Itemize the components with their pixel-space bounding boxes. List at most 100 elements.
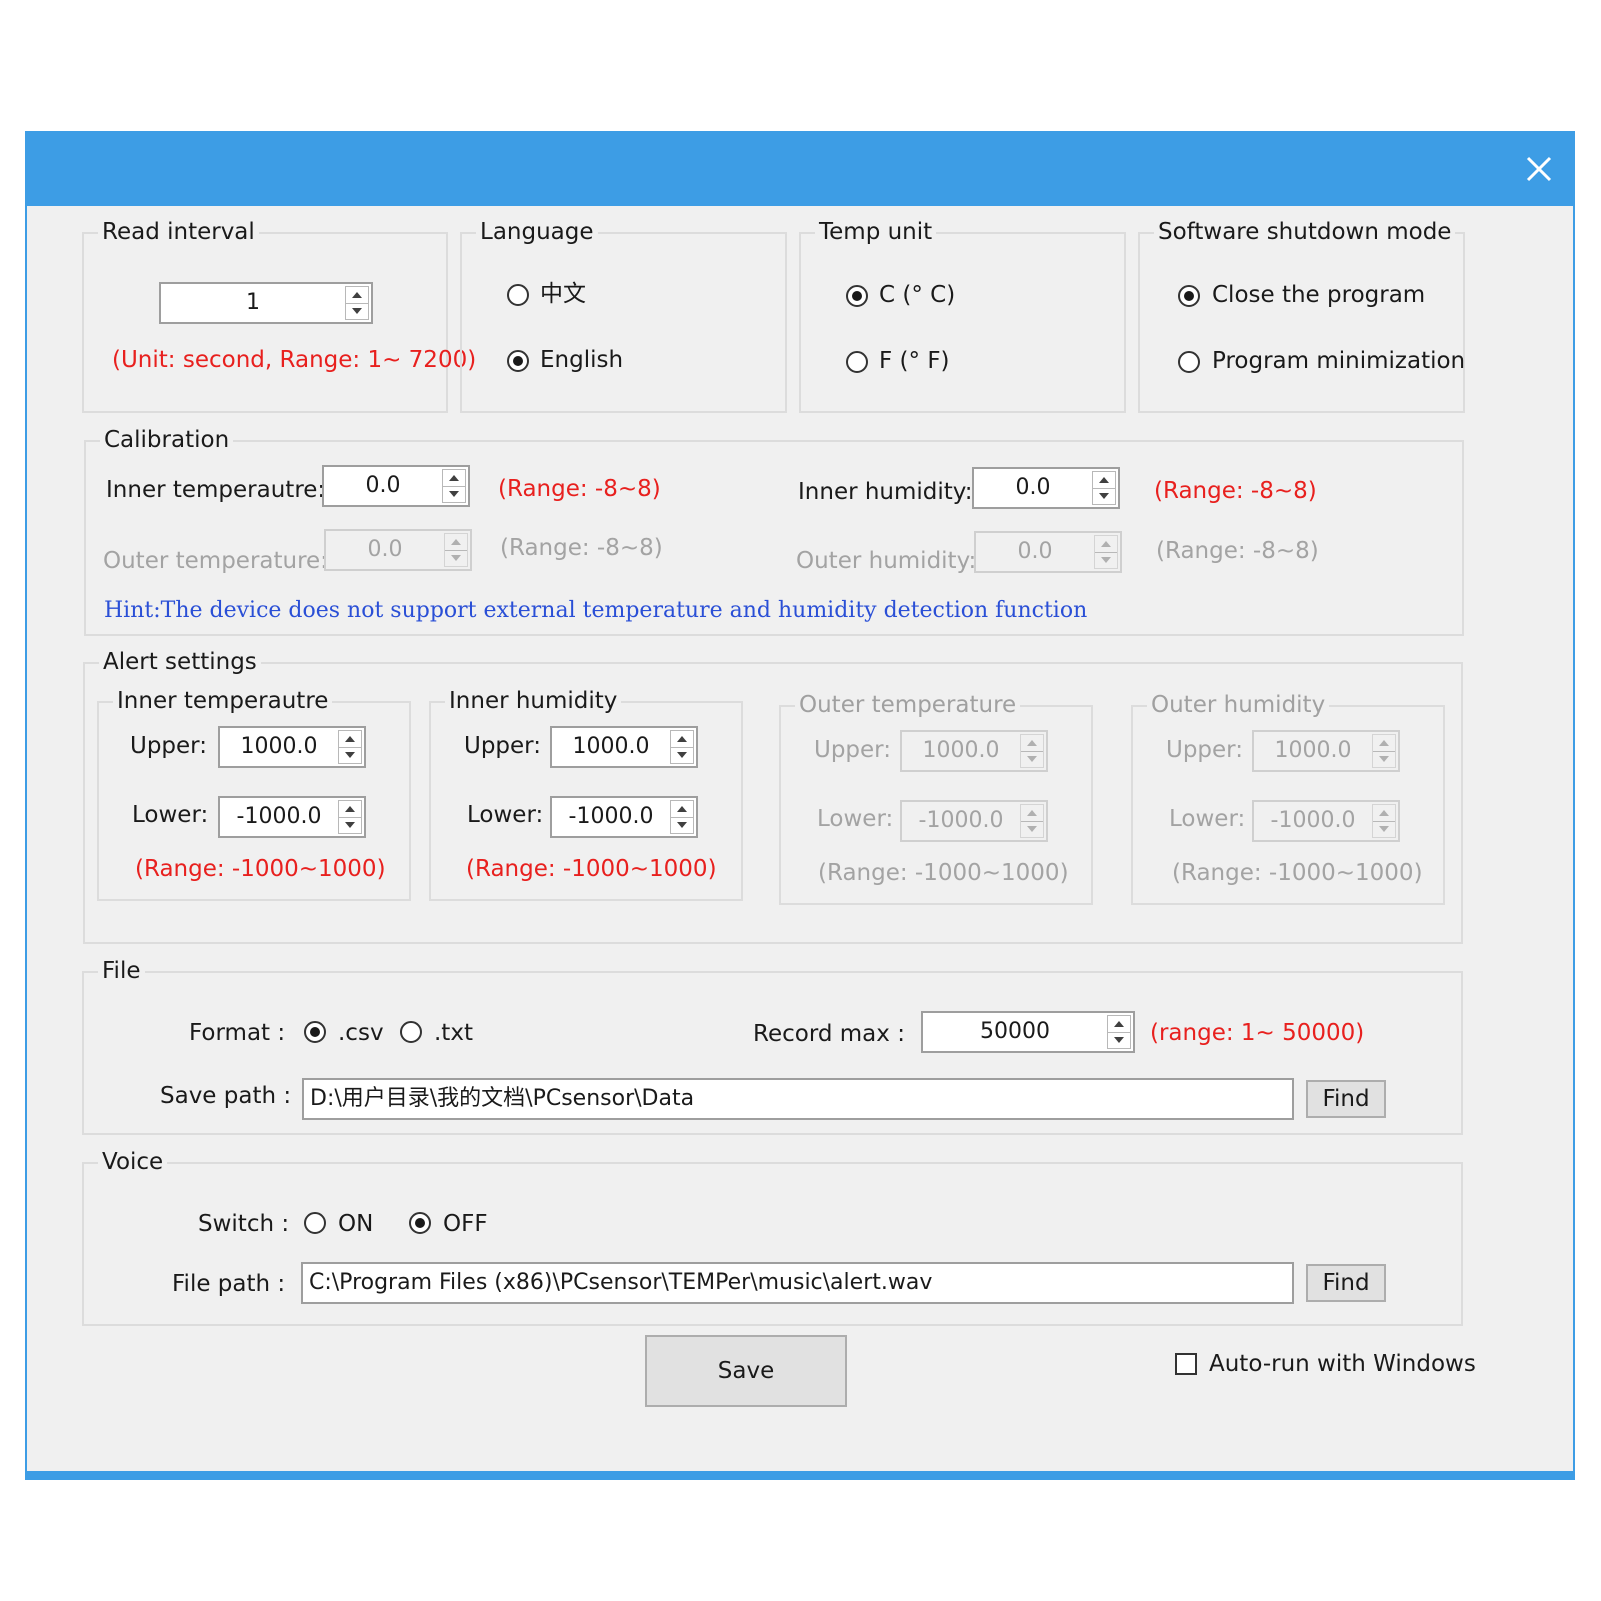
outer-hum-calibration-range: (Range: -8~8)	[1156, 538, 1319, 564]
spin-down-icon[interactable]	[346, 302, 368, 320]
alert-inner-hum-title: Inner humidity	[445, 686, 622, 716]
format-radio-csv[interactable]	[304, 1021, 326, 1043]
alert-outer-temp-group: Outer temperature Upper: 1000.0 Lower: -…	[779, 690, 1093, 905]
save-button[interactable]: Save	[645, 1335, 847, 1407]
calibration-title: Calibration	[100, 425, 234, 455]
inner-temp-calibration-spinner[interactable]: 0.0	[322, 465, 470, 507]
voice-option-on: ON	[338, 1211, 374, 1237]
alert-inner-hum-lower-value: -1000.0	[568, 804, 654, 829]
format-radio-txt[interactable]	[400, 1021, 422, 1043]
alert-inner-hum-lower-label: Lower:	[467, 802, 544, 828]
alert-spin-arrows[interactable]	[338, 800, 362, 834]
autorun-label: Auto-run with Windows	[1209, 1351, 1476, 1377]
language-radio-chinese[interactable]	[507, 284, 529, 306]
spin-up-icon	[445, 534, 467, 550]
outer-hum-calibration-spinner: 0.0	[974, 531, 1122, 573]
spin-up-icon[interactable]	[1108, 1016, 1130, 1032]
read-interval-hint: (Unit: second, Range: 1~ 7200)	[112, 347, 477, 373]
inner-temp-calibration-value: 0.0	[365, 473, 401, 498]
alert-inner-temp-upper-spinner[interactable]: 1000.0	[218, 726, 366, 768]
calibration-group: Calibration Inner temperautre: 0.0 (Rang…	[84, 425, 1464, 636]
spin-down-icon[interactable]	[671, 746, 693, 764]
spin-down-icon[interactable]	[1108, 1031, 1130, 1049]
spin-up-icon	[1021, 735, 1043, 751]
inner-hum-calibration-value: 0.0	[1015, 475, 1051, 500]
outer-hum-calibration-label: Outer humidity:	[796, 548, 977, 574]
alert-inner-temp-lower-value: -1000.0	[236, 804, 322, 829]
spin-down-icon[interactable]	[339, 816, 361, 834]
read-interval-group: Read interval 1 (Unit: second, Range: 1~…	[82, 217, 476, 413]
spin-down-icon	[1095, 551, 1117, 569]
temp-unit-title: Temp unit	[815, 217, 937, 247]
temp-unit-radio-celsius[interactable]	[846, 285, 868, 307]
save-path-find-button[interactable]: Find	[1306, 1080, 1386, 1118]
read-interval-spinner[interactable]: 1	[159, 282, 373, 324]
voice-file-path-input[interactable]: C:\Program Files (x86)\PCsensor\TEMPer\m…	[301, 1262, 1294, 1304]
alert-inner-hum-range: (Range: -1000~1000)	[466, 856, 717, 882]
spin-up-icon[interactable]	[346, 287, 368, 303]
spin-up-icon[interactable]	[339, 731, 361, 747]
language-title: Language	[476, 217, 598, 247]
alert-spin-arrows[interactable]	[670, 730, 694, 764]
window-bottom-bar	[25, 1471, 1575, 1480]
spin-up-icon[interactable]	[671, 801, 693, 817]
language-group: Language 中文 English	[460, 217, 787, 413]
alert-outer-hum-upper-spinner: 1000.0	[1252, 730, 1400, 772]
inner-temp-spin-arrows[interactable]	[442, 469, 466, 503]
read-interval-spin-arrows[interactable]	[345, 286, 369, 320]
spin-down-icon[interactable]	[1093, 487, 1115, 505]
format-option-txt: .txt	[434, 1020, 473, 1046]
shutdown-radio-minimize[interactable]	[1178, 351, 1200, 373]
language-option-chinese: 中文	[540, 281, 586, 307]
alert-outer-hum-lower-value: -1000.0	[1270, 808, 1356, 833]
read-interval-value: 1	[246, 290, 260, 315]
spin-up-icon[interactable]	[339, 801, 361, 817]
alert-outer-temp-lower-spinner: -1000.0	[900, 800, 1048, 842]
record-max-spin-arrows[interactable]	[1107, 1015, 1131, 1049]
alert-inner-temp-range: (Range: -1000~1000)	[135, 856, 386, 882]
alert-inner-hum-lower-spinner[interactable]: -1000.0	[550, 796, 698, 838]
spin-up-icon	[1373, 735, 1395, 751]
spin-down-icon[interactable]	[671, 816, 693, 834]
alert-inner-hum-group: Inner humidity Upper: 1000.0 Lower: -100…	[429, 686, 743, 901]
record-max-spinner[interactable]: 50000	[921, 1011, 1135, 1053]
spin-up-icon	[1373, 805, 1395, 821]
spin-down-icon[interactable]	[443, 485, 465, 503]
close-icon[interactable]	[1521, 151, 1557, 187]
language-radio-english[interactable]	[507, 350, 529, 372]
voice-radio-off[interactable]	[409, 1212, 431, 1234]
autorun-checkbox[interactable]	[1175, 1353, 1197, 1375]
alert-outer-hum-range: (Range: -1000~1000)	[1172, 860, 1423, 886]
temp-unit-radio-fahrenheit[interactable]	[846, 351, 868, 373]
outer-temp-calibration-spinner: 0.0	[324, 529, 472, 571]
spin-up-icon[interactable]	[443, 470, 465, 486]
alert-spin-arrows[interactable]	[338, 730, 362, 764]
voice-radio-on[interactable]	[304, 1212, 326, 1234]
shutdown-radio-close[interactable]	[1178, 285, 1200, 307]
temp-unit-option-celsius: C (° C)	[879, 282, 956, 308]
shutdown-mode-title: Software shutdown mode	[1154, 217, 1456, 247]
alert-spin-arrows[interactable]	[670, 800, 694, 834]
calibration-device-hint: Hint:The device does not support externa…	[104, 598, 1088, 623]
alert-inner-hum-upper-spinner[interactable]: 1000.0	[550, 726, 698, 768]
record-max-range: (range: 1~ 50000)	[1150, 1020, 1365, 1046]
shutdown-option-close: Close the program	[1212, 282, 1426, 308]
voice-file-find-button[interactable]: Find	[1306, 1264, 1386, 1302]
spin-up-icon[interactable]	[1093, 472, 1115, 488]
alert-outer-temp-lower-value: -1000.0	[918, 808, 1004, 833]
inner-hum-spin-arrows[interactable]	[1092, 471, 1116, 505]
outer-temp-calibration-label: Outer temperature:	[103, 548, 328, 574]
inner-hum-calibration-spinner[interactable]: 0.0	[972, 467, 1120, 509]
alert-outer-hum-lower-spinner: -1000.0	[1252, 800, 1400, 842]
spin-down-icon[interactable]	[339, 746, 361, 764]
alert-outer-temp-lower-label: Lower:	[817, 806, 894, 832]
spin-up-icon	[1095, 536, 1117, 552]
alert-inner-hum-upper-label: Upper:	[464, 733, 541, 759]
save-path-input[interactable]: D:\用户目录\我的文档\PCsensor\Data	[302, 1078, 1294, 1120]
format-option-csv: .csv	[338, 1020, 384, 1046]
alert-inner-temp-lower-spinner[interactable]: -1000.0	[218, 796, 366, 838]
inner-hum-calibration-label: Inner humidity:	[798, 479, 973, 505]
temp-unit-group: Temp unit C (° C) F (° F)	[799, 217, 1126, 413]
voice-title: Voice	[98, 1147, 168, 1177]
spin-up-icon[interactable]	[671, 731, 693, 747]
